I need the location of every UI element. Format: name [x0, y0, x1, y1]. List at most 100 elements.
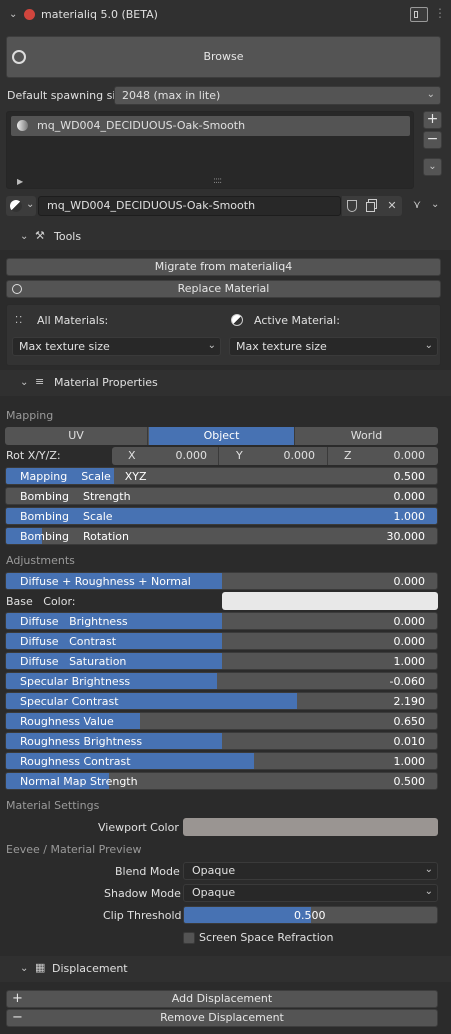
slider-label: Roughness Contrast [20, 755, 131, 768]
slider-value: 0.500 [393, 775, 426, 788]
material-browse-button[interactable]: ⌄ [6, 196, 36, 216]
migrate-button[interactable]: Migrate from materialiq4 [6, 258, 441, 276]
rotation-label: Rot X/Y/Z: [6, 449, 61, 462]
addon-header: ⌄ materialiq 5.0 (BETA) ⋮ [0, 0, 451, 30]
duplicate-icon[interactable] [362, 196, 382, 216]
adjustments-section-label: Adjustments [6, 554, 75, 567]
material-properties-header[interactable]: ⌄ ≡ Material Properties [0, 370, 451, 396]
shadow-mode-dropdown[interactable]: Opaque ⌄ [183, 884, 438, 902]
spawning-size-label: Default spawning si... [7, 89, 126, 102]
bombing-scale-slider[interactable]: Bombing Scale 1.000 [5, 507, 438, 525]
displacement-panel-header[interactable]: ⌄ ▦ Displacement [0, 956, 451, 982]
rotation-x-field[interactable]: X 0.000 [112, 447, 219, 465]
bombing-rotation-slider[interactable]: Bombing Rotation 30.000 [5, 527, 438, 545]
specular-contrast-slider[interactable]: Specular Contrast 2.190 [5, 692, 438, 710]
slider-value: 0.000 [393, 635, 426, 648]
rotation-z-field[interactable]: Z 0.000 [329, 447, 438, 465]
all-materials-label: All Materials: [37, 314, 109, 327]
remove-displacement-button[interactable]: − Remove Displacement [6, 1009, 438, 1027]
add-displacement-button[interactable]: + Add Displacement [6, 990, 438, 1008]
active-material-texture-dropdown[interactable]: Max texture size ⌄ [229, 337, 438, 356]
blend-mode-label: Blend Mode [115, 865, 180, 878]
mapping-tabs: UV Object World [5, 427, 438, 445]
replace-material-button[interactable]: Replace Material [6, 280, 441, 298]
node-tree-dropdown[interactable]: ⋎ ⌄ [412, 196, 442, 216]
resize-handle-icon[interactable]: :::: [213, 174, 222, 188]
active-material-label: Active Material: [254, 314, 340, 327]
slider-value: 1.000 [393, 655, 426, 668]
browse-icon [12, 50, 26, 64]
slider-label: Roughness Brightness [20, 735, 143, 748]
ssr-checkbox[interactable] [183, 932, 195, 944]
materialiq-logo-icon [24, 9, 35, 20]
specular-brightness-slider[interactable]: Specular Brightness -0.060 [5, 672, 438, 690]
diffuse-saturation-slider[interactable]: Diffuse Saturation 1.000 [5, 652, 438, 670]
slider-value: 0.000 [393, 615, 426, 628]
slider-label: Diffuse Brightness [20, 615, 128, 628]
material-name-field[interactable]: mq_WD004_DECIDUOUS-Oak-Smooth [38, 196, 341, 216]
chevron-down-icon: ⌄ [20, 963, 29, 974]
roughness-value-slider[interactable]: Roughness Value 0.650 [5, 712, 438, 730]
tools-title: Tools [54, 230, 82, 243]
normal-map-strength-slider[interactable]: Normal Map Strength 0.500 [5, 772, 438, 790]
bombing-strength-slider[interactable]: Bombing Strength 0.000 [5, 487, 438, 505]
rotation-fields: X 0.000 Y 0.000 Z 0.000 [112, 447, 438, 465]
list-item-label: mq_WD004_DECIDUOUS-Oak-Smooth [37, 119, 246, 132]
diffuse-roughness-normal-slider[interactable]: Diffuse + Roughness + Normal 0.000 [5, 572, 438, 590]
clip-threshold-slider[interactable]: 0.500 [183, 906, 438, 924]
slider-label: Diffuse Saturation [20, 655, 127, 668]
list-menu-button[interactable]: ⌄ [423, 158, 442, 176]
viewport-color-swatch[interactable] [183, 818, 438, 836]
mapping-scale-slider[interactable]: Mapping Scale XYZ 0.500 [5, 467, 438, 485]
viewport-color-label: Viewport Color [98, 821, 179, 834]
material-settings-section-label: Material Settings [6, 799, 100, 812]
tab-object[interactable]: Object [149, 427, 294, 445]
roughness-brightness-slider[interactable]: Roughness Brightness 0.010 [5, 732, 438, 750]
fake-user-shield-icon[interactable] [342, 196, 362, 216]
material-sphere-icon [10, 200, 22, 212]
unlink-close-icon[interactable]: ✕ [382, 196, 402, 216]
shadow-mode-label: Shadow Mode [104, 887, 181, 900]
slider-label: Normal Map Strength [20, 775, 138, 788]
slider-value: 0.650 [393, 715, 426, 728]
remove-slot-button[interactable]: − [423, 131, 442, 149]
roughness-contrast-slider[interactable]: Roughness Contrast 1.000 [5, 752, 438, 770]
blend-mode-dropdown[interactable]: Opaque ⌄ [183, 862, 438, 880]
base-color-label: Base Color: [6, 595, 76, 608]
slider-value: 0.010 [393, 735, 426, 748]
slider-label: Roughness Value [20, 715, 114, 728]
material-list[interactable]: mq_WD004_DECIDUOUS-Oak-Smooth ▶ :::: [6, 111, 414, 189]
diffuse-contrast-slider[interactable]: Diffuse Contrast 0.000 [5, 632, 438, 650]
spawning-size-dropdown[interactable]: 2048 (max in lite) ⌄ [114, 86, 441, 105]
material-sphere-icon [231, 314, 243, 326]
base-color-swatch[interactable] [222, 592, 438, 610]
slider-label: Specular Brightness [20, 675, 131, 688]
diffuse-brightness-slider[interactable]: Diffuse Brightness 0.000 [5, 612, 438, 630]
sliders-icon: ≡ [35, 375, 45, 388]
add-slot-button[interactable]: + [423, 111, 442, 129]
minus-icon: − [12, 1010, 23, 1025]
ssr-label: Screen Space Refraction [199, 931, 334, 944]
plus-icon: + [12, 991, 23, 1006]
displacement-icon: ▦ [35, 961, 46, 974]
texture-size-box: ⁚⁚ All Materials: Active Material: Max t… [6, 304, 441, 366]
mapping-section-label: Mapping [6, 409, 54, 422]
expand-icon[interactable]: ▶ [17, 175, 23, 189]
drag-handle-icon[interactable]: ⋮ [434, 6, 446, 20]
slider-label: Specular Contrast [20, 695, 119, 708]
browse-button[interactable]: Browse [6, 36, 441, 78]
slider-label: Diffuse Contrast [20, 635, 117, 648]
grid-icon: ⁚⁚ [15, 315, 24, 326]
rotation-y-field[interactable]: Y 0.000 [220, 447, 328, 465]
tools-panel-header[interactable]: ⌄ ⚒ Tools [0, 224, 451, 250]
list-item[interactable]: mq_WD004_DECIDUOUS-Oak-Smooth [11, 116, 410, 136]
tab-world[interactable]: World [294, 427, 438, 445]
chevron-down-icon: ⌄ [20, 377, 29, 388]
panel-layout-icon[interactable] [410, 7, 428, 22]
displacement-title: Displacement [52, 962, 128, 975]
chevron-down-icon[interactable]: ⌄ [9, 8, 17, 22]
node-icon: ⋎ [413, 198, 422, 211]
chevron-down-icon: ⌄ [20, 231, 29, 242]
all-materials-texture-dropdown[interactable]: Max texture size ⌄ [12, 337, 221, 356]
tab-uv[interactable]: UV [5, 427, 148, 445]
